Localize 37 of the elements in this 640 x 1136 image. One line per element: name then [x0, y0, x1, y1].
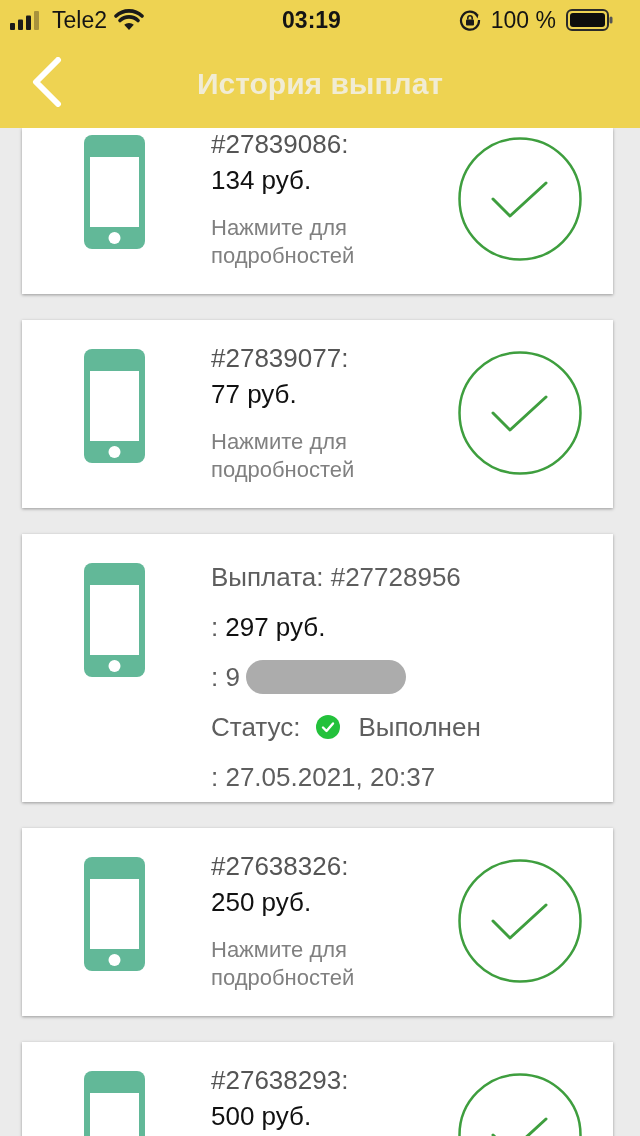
rotation-lock-icon [458, 9, 481, 31]
payout-card[interactable]: #27638326: 250 руб. Нажмите для подробностей [22, 828, 613, 1016]
detail-text: : 27.05.2021, 20:37 [211, 762, 436, 792]
phone-icon [84, 857, 145, 971]
back-button[interactable] [30, 57, 62, 107]
battery-percent: 100 % [490, 6, 556, 34]
payout-amount: 77 руб. [211, 380, 297, 408]
phone-icon [84, 349, 145, 463]
payout-number: #27638293: [211, 1066, 349, 1094]
payout-number: #27638326: [211, 852, 349, 880]
detail-text: Выплата: #27728956 [211, 562, 461, 592]
battery-icon [566, 9, 613, 31]
details-hint: Нажмите для подробностей [211, 214, 356, 270]
wifi-icon [114, 9, 144, 31]
details-hint: Нажмите для подробностей [211, 428, 356, 484]
payout-amount: 500 руб. [211, 1102, 312, 1130]
signal-icon [10, 10, 40, 30]
detail-text: : 9 [211, 662, 240, 692]
carrier-name: Tele2 [52, 6, 107, 34]
clock-time: 03:19 [282, 6, 341, 34]
payout-card[interactable]: #27839086: 134 руб. Нажмите для подробностей [22, 128, 613, 294]
payout-amount: 134 руб. [211, 166, 312, 194]
back-icon [30, 57, 62, 107]
payout-number: #27839086: [211, 130, 349, 158]
payout-number: #27839077: [211, 344, 349, 372]
payout-card[interactable]: #27839077: 77 руб. Нажмите для подробностей [22, 320, 613, 508]
payout-amount: 297 руб. [225, 612, 326, 642]
field-label: : [211, 612, 219, 642]
status-label: Статус: [211, 712, 301, 742]
payout-details-card[interactable]: Выплата: #27728956 : 297 руб. : 9 Статус: Выполнен : 27.05.2021, 20:37 [22, 534, 613, 802]
payout-amount: 250 руб. [211, 888, 312, 916]
status-value: Выполнен [358, 712, 481, 742]
phone-icon [84, 135, 145, 249]
payout-card[interactable]: #27638293: 500 руб. [22, 1042, 613, 1136]
details-hint: Нажмите для подробностей [211, 936, 356, 992]
screen-title: История выплат [195, 66, 445, 102]
phone-icon [84, 563, 145, 677]
